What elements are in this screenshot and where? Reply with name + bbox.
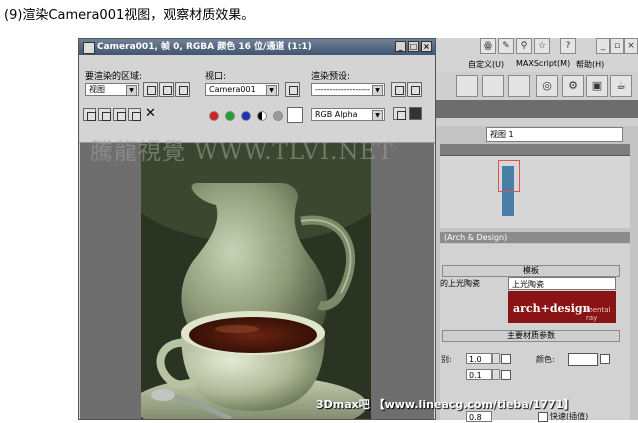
chevron-down-icon: ▼ xyxy=(126,85,137,96)
preset-label: 渲染预设: xyxy=(311,72,351,82)
chevron-down-icon: ▼ xyxy=(372,85,383,96)
binoculars-icon[interactable]: ꙮ xyxy=(480,38,496,54)
color-map-button[interactable] xyxy=(600,354,610,364)
help-icon[interactable]: ? xyxy=(560,38,576,54)
material-editor-icon[interactable]: ◎ xyxy=(536,75,558,97)
render-teapot-icon[interactable]: ☕ xyxy=(610,75,632,97)
clone-icon[interactable] xyxy=(113,108,126,121)
menu-customize[interactable]: 自定义(U) xyxy=(468,59,504,70)
save-icon[interactable] xyxy=(83,108,96,121)
minimize-icon[interactable]: _ xyxy=(596,38,610,54)
arch-design-banner: arch+design mental ray xyxy=(508,291,616,323)
print-icon[interactable] xyxy=(128,108,141,121)
render-frame-icon[interactable]: ▣ xyxy=(586,75,608,97)
level-map-button[interactable] xyxy=(501,354,511,364)
material-rollout-header[interactable]: (Arch & Design) xyxy=(440,232,630,243)
area-label: 要渲染的区域: xyxy=(85,72,143,82)
minimize-icon[interactable]: _ xyxy=(395,41,406,52)
render-canvas xyxy=(80,143,434,419)
edit-region-icon[interactable] xyxy=(143,82,158,97)
panel-header-bar xyxy=(436,100,638,118)
second-spinner[interactable] xyxy=(492,369,500,380)
level-spinner[interactable] xyxy=(492,353,500,364)
level-label: 别: xyxy=(441,355,452,364)
preview-highlight xyxy=(498,160,520,192)
viewport-select[interactable]: Camera001 ▼ xyxy=(205,83,279,96)
preview-rollout-header[interactable] xyxy=(440,144,630,156)
lock-icon[interactable] xyxy=(285,82,300,97)
area-select[interactable]: 视图 ▼ xyxy=(85,83,139,96)
viewport-value: Camera001 xyxy=(209,85,256,94)
color-swatch[interactable] xyxy=(568,353,598,366)
toolbar-btn-3[interactable] xyxy=(508,75,530,97)
panel-strip xyxy=(436,118,638,126)
mono-icon[interactable] xyxy=(273,111,283,121)
second-field[interactable]: 0.1 xyxy=(466,369,492,380)
rendered-image xyxy=(141,143,371,419)
area-value: 视图 xyxy=(89,85,105,94)
environment-icon[interactable] xyxy=(407,82,422,97)
maximize-icon[interactable]: □ xyxy=(408,41,419,52)
toolbar-btn-2[interactable] xyxy=(482,75,504,97)
auto-region-icon[interactable] xyxy=(159,82,174,97)
search-icon[interactable]: ⚲ xyxy=(516,38,532,54)
fast-label: 快速(插值) xyxy=(550,412,589,421)
background-color-swatch[interactable] xyxy=(287,107,303,123)
page-caption: (9)渲染Camera001视图，观察材质效果。 xyxy=(4,8,255,23)
template-preset-value: 上光陶瓷 xyxy=(512,280,544,289)
viewport-label: 视口: xyxy=(205,72,227,82)
fast-checkbox[interactable] xyxy=(538,412,548,422)
banner-sub: mental ray xyxy=(586,306,611,322)
main-toolbar: ◎ ⚙ ▣ ☕ xyxy=(436,72,638,101)
blue-channel-icon[interactable] xyxy=(241,111,251,121)
toggle-ui-icon[interactable] xyxy=(409,107,422,120)
copy-icon[interactable] xyxy=(98,108,111,121)
tools-icon[interactable]: ✎ xyxy=(498,38,514,54)
preset-value: ------------------- xyxy=(315,85,370,94)
render-setup-icon[interactable]: ⚙ xyxy=(562,75,584,97)
second-map-button[interactable] xyxy=(501,370,511,380)
alpha-channel-icon[interactable] xyxy=(257,111,267,121)
render-frame-window: Camera001, 帧 0, RGBA 颜色 16 位/通道 (1:1) _ … xyxy=(78,38,436,420)
menu-help[interactable]: 帮助(H) xyxy=(576,59,604,70)
color-label: 颜色: xyxy=(536,355,555,364)
bottom-field[interactable]: 0.8 xyxy=(466,411,492,422)
red-channel-icon[interactable] xyxy=(209,111,219,121)
green-channel-icon[interactable] xyxy=(225,111,235,121)
preset-left-text: 的上光陶瓷 xyxy=(440,279,480,288)
preset-select[interactable]: ------------------- ▼ xyxy=(311,83,385,96)
chevron-down-icon: ▼ xyxy=(266,85,277,96)
render-scene xyxy=(141,143,371,419)
render-window-titlebar[interactable]: Camera001, 帧 0, RGBA 颜色 16 位/通道 (1:1) _ … xyxy=(79,39,435,55)
region-select-icon[interactable] xyxy=(175,82,190,97)
channel-select[interactable]: RGB Alpha ▼ xyxy=(311,108,385,121)
main-toolbar-top: ꙮ ✎ ⚲ ☆ ? _ ▫ × xyxy=(436,38,638,59)
main-params-title[interactable]: 主要材质参数 xyxy=(442,330,620,342)
star-icon[interactable]: ☆ xyxy=(534,38,550,54)
render-window-icon xyxy=(83,42,95,54)
close-icon[interactable]: × xyxy=(421,41,432,52)
templates-title[interactable]: 模板 xyxy=(442,265,620,277)
close-icon[interactable]: × xyxy=(624,38,638,54)
footer-text: 3Dmax吧 【www.lineacg.com/tieba/1771】 xyxy=(316,398,575,411)
render-setup-icon[interactable] xyxy=(391,82,406,97)
menu-maxscript[interactable]: MAXScript(M) xyxy=(516,59,570,68)
level-field[interactable]: 1.0 xyxy=(466,353,492,364)
restore-icon[interactable]: ▫ xyxy=(610,38,624,54)
banner-brand: arch+design xyxy=(513,302,591,315)
watermark-text: 騰龍視覺 WWW.TLVI.NET xyxy=(90,139,394,165)
render-window-title: Camera001, 帧 0, RGBA 颜色 16 位/通道 (1:1) xyxy=(97,42,312,52)
channel-value: RGB Alpha xyxy=(315,110,358,119)
template-preset-select[interactable]: 上光陶瓷 xyxy=(508,277,616,290)
preview-area xyxy=(440,156,630,228)
main-menubar: 自定义(U) MAXScript(M) 帮助(H) xyxy=(436,58,638,72)
chevron-down-icon: ▼ xyxy=(372,110,383,121)
toolbar-btn-1[interactable] xyxy=(456,75,478,97)
viewport-dropdown[interactable]: 视图 1 xyxy=(486,127,623,142)
clear-icon[interactable]: ✕ xyxy=(145,106,156,121)
display-alpha-icon[interactable] xyxy=(393,107,406,120)
